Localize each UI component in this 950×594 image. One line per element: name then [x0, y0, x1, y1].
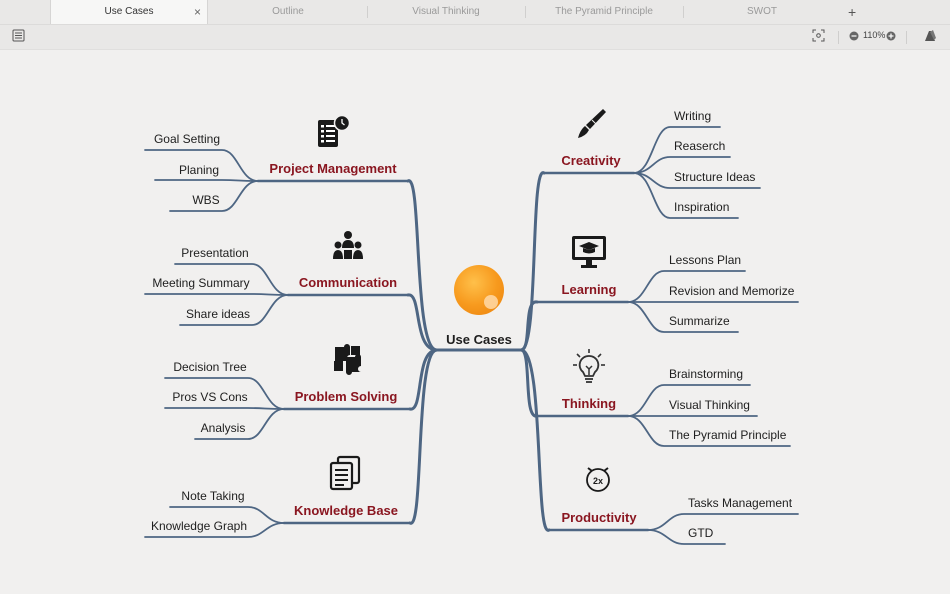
- leaf-share-ideas[interactable]: Share ideas: [186, 307, 250, 321]
- branch-main-right: [519, 348, 551, 532]
- leaf-reaserch[interactable]: Reaserch: [674, 139, 725, 153]
- lightbulb-icon: [573, 349, 605, 383]
- topic-problem-solving[interactable]: Problem Solving: [295, 389, 398, 404]
- leaf-gtd[interactable]: GTD: [688, 526, 714, 540]
- branch-leaf-left: [164, 407, 285, 410]
- fit-screen-icon[interactable]: [812, 29, 825, 42]
- tab-label: Use Cases: [104, 6, 154, 17]
- leaf-revision-and-memorize[interactable]: Revision and Memorize: [669, 284, 795, 298]
- leaf-pyramid-principle[interactable]: The Pyramid Principle: [669, 428, 787, 442]
- zoom-in-icon[interactable]: [886, 31, 896, 41]
- leaf-presentation[interactable]: Presentation: [181, 246, 248, 260]
- tab-label: SWOT: [747, 6, 777, 17]
- leaf-tasks-management[interactable]: Tasks Management: [688, 496, 793, 510]
- leaf-planing[interactable]: Planing: [179, 163, 219, 177]
- leaf-knowledge-graph[interactable]: Knowledge Graph: [151, 519, 247, 533]
- tab-pyramid-principle[interactable]: The Pyramid Principle: [525, 0, 683, 24]
- leaf-visual-thinking[interactable]: Visual Thinking: [669, 398, 750, 412]
- zoom-out-icon[interactable]: [849, 31, 859, 41]
- tab-outline[interactable]: Outline: [209, 0, 367, 24]
- monitor-graduation-icon: [572, 236, 606, 268]
- topic-knowledge-base[interactable]: Knowledge Base: [294, 503, 398, 518]
- mind-map-canvas: Use Cases Project Management Communicati…: [144, 109, 799, 545]
- leaf-meeting-summary[interactable]: Meeting Summary: [152, 276, 249, 290]
- branch-main-right: [519, 171, 546, 352]
- checklist-icon: [318, 114, 351, 147]
- stopwatch-2x-icon: 2x: [586, 467, 610, 492]
- stopwatch-label: 2x: [593, 476, 603, 486]
- branch-leaf-right: [647, 529, 726, 545]
- tab-swot[interactable]: SWOT: [683, 0, 841, 24]
- center-node[interactable]: Use Cases: [446, 265, 512, 347]
- leaf-inspiration[interactable]: Inspiration: [674, 200, 729, 214]
- leaf-lessons-plan[interactable]: Lessons Plan: [669, 253, 741, 267]
- topic-project-management[interactable]: Project Management: [269, 161, 397, 176]
- zoom-level: 110%: [863, 30, 886, 40]
- toolbar: 110%: [0, 25, 950, 50]
- leaf-brainstorming[interactable]: Brainstorming: [669, 367, 743, 381]
- leaf-writing[interactable]: Writing: [674, 109, 711, 123]
- tab-label: Visual Thinking: [412, 6, 480, 17]
- leaf-summarize[interactable]: Summarize: [669, 314, 730, 328]
- topic-thinking[interactable]: Thinking: [562, 396, 616, 411]
- close-icon[interactable]: ×: [194, 0, 201, 24]
- branch-leaf-left: [154, 179, 259, 182]
- branch-main-left: [408, 348, 439, 525]
- branch-main-left: [406, 179, 439, 352]
- leaf-pros-vs-cons[interactable]: Pros VS Cons: [172, 390, 247, 404]
- branch-leaf-left: [144, 293, 289, 296]
- brush-icon: [578, 109, 606, 138]
- tab-label: Outline: [272, 6, 304, 17]
- tab-visual-thinking[interactable]: Visual Thinking: [367, 0, 525, 24]
- tab-bar: Use Cases × Outline Visual Thinking The …: [0, 0, 950, 25]
- topic-creativity[interactable]: Creativity: [561, 153, 621, 168]
- leaf-note-taking[interactable]: Note Taking: [181, 489, 244, 503]
- documents-icon: [329, 455, 361, 491]
- center-topic-label: Use Cases: [446, 332, 512, 347]
- theme-icon[interactable]: [923, 29, 937, 42]
- leaf-decision-tree[interactable]: Decision Tree: [173, 360, 247, 374]
- puzzle-icon: [334, 344, 361, 375]
- center-sun-highlight: [484, 295, 498, 309]
- leaf-analysis[interactable]: Analysis: [201, 421, 246, 435]
- branch-leaf-right: [647, 513, 799, 531]
- people-icon: [333, 231, 363, 259]
- branch-main-right: [519, 300, 539, 352]
- add-tab-button[interactable]: +: [848, 0, 856, 24]
- tab-use-cases[interactable]: Use Cases ×: [50, 0, 208, 24]
- toolbar-divider: [906, 31, 907, 44]
- leaf-wbs[interactable]: WBS: [192, 193, 219, 207]
- tab-label: The Pyramid Principle: [555, 6, 653, 17]
- topic-communication[interactable]: Communication: [299, 275, 397, 290]
- center-sun-icon: [454, 265, 504, 315]
- topic-learning[interactable]: Learning: [562, 282, 617, 297]
- leaf-goal-setting[interactable]: Goal Setting: [154, 132, 220, 146]
- topic-productivity[interactable]: Productivity: [561, 510, 637, 525]
- toolbar-divider: [838, 31, 839, 44]
- outline-view-icon[interactable]: [12, 29, 25, 42]
- leaf-structure-ideas[interactable]: Structure Ideas: [674, 170, 755, 184]
